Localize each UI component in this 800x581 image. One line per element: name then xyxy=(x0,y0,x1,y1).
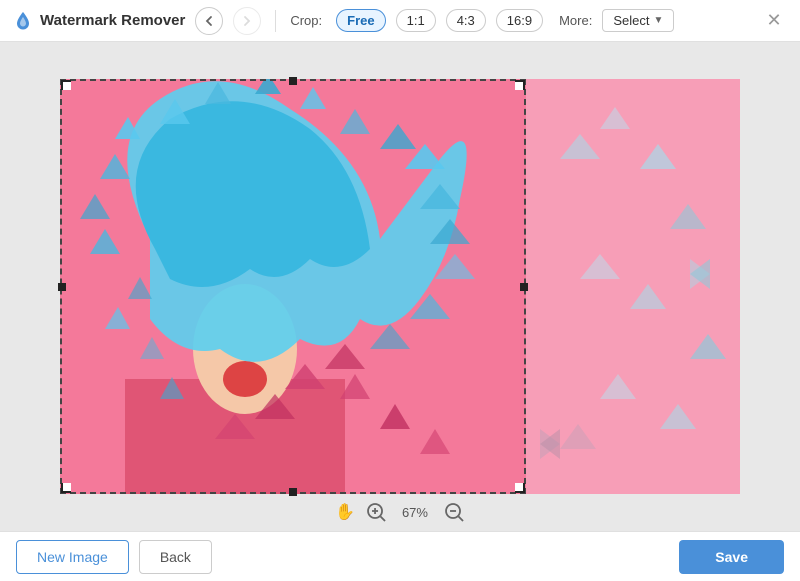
back-button[interactable]: Back xyxy=(139,540,212,574)
select-dropdown[interactable]: Select ▼ xyxy=(602,9,674,32)
close-icon: ✕ xyxy=(766,10,781,31)
zoom-controls: ✋ 67% xyxy=(335,501,465,523)
chevron-down-icon: ▼ xyxy=(653,15,663,26)
save-button[interactable]: Save xyxy=(679,540,784,574)
zoom-level-display: 67% xyxy=(397,505,433,520)
back-nav-button[interactable] xyxy=(195,7,223,35)
toolbar-separator-1 xyxy=(275,10,276,32)
forward-nav-button[interactable] xyxy=(233,7,261,35)
bottom-bar: New Image Back Save xyxy=(0,531,800,581)
back-arrow-icon xyxy=(203,15,215,27)
more-label: More: xyxy=(559,13,592,28)
canvas-area: ✋ 67% xyxy=(0,42,800,531)
app-logo-icon xyxy=(12,10,34,32)
app-title: Watermark Remover xyxy=(40,12,185,29)
image-container[interactable] xyxy=(60,79,740,494)
crop-16x9-button[interactable]: 16:9 xyxy=(496,9,543,32)
zoom-out-icon[interactable] xyxy=(443,501,465,523)
close-button[interactable]: ✕ xyxy=(760,7,788,35)
crop-label: Crop: xyxy=(290,13,322,28)
crop-free-button[interactable]: Free xyxy=(336,9,385,32)
crop-1x1-button[interactable]: 1:1 xyxy=(396,9,436,32)
crop-4x3-button[interactable]: 4:3 xyxy=(446,9,486,32)
pan-tool-icon[interactable]: ✋ xyxy=(335,502,355,522)
zoom-in-icon[interactable] xyxy=(365,501,387,523)
photo-canvas xyxy=(60,79,740,494)
app-logo: Watermark Remover xyxy=(12,10,185,32)
select-dropdown-label: Select xyxy=(613,13,649,28)
title-bar: Watermark Remover Crop: Free 1:1 4:3 16:… xyxy=(0,0,800,42)
forward-arrow-icon xyxy=(241,15,253,27)
new-image-button[interactable]: New Image xyxy=(16,540,129,574)
